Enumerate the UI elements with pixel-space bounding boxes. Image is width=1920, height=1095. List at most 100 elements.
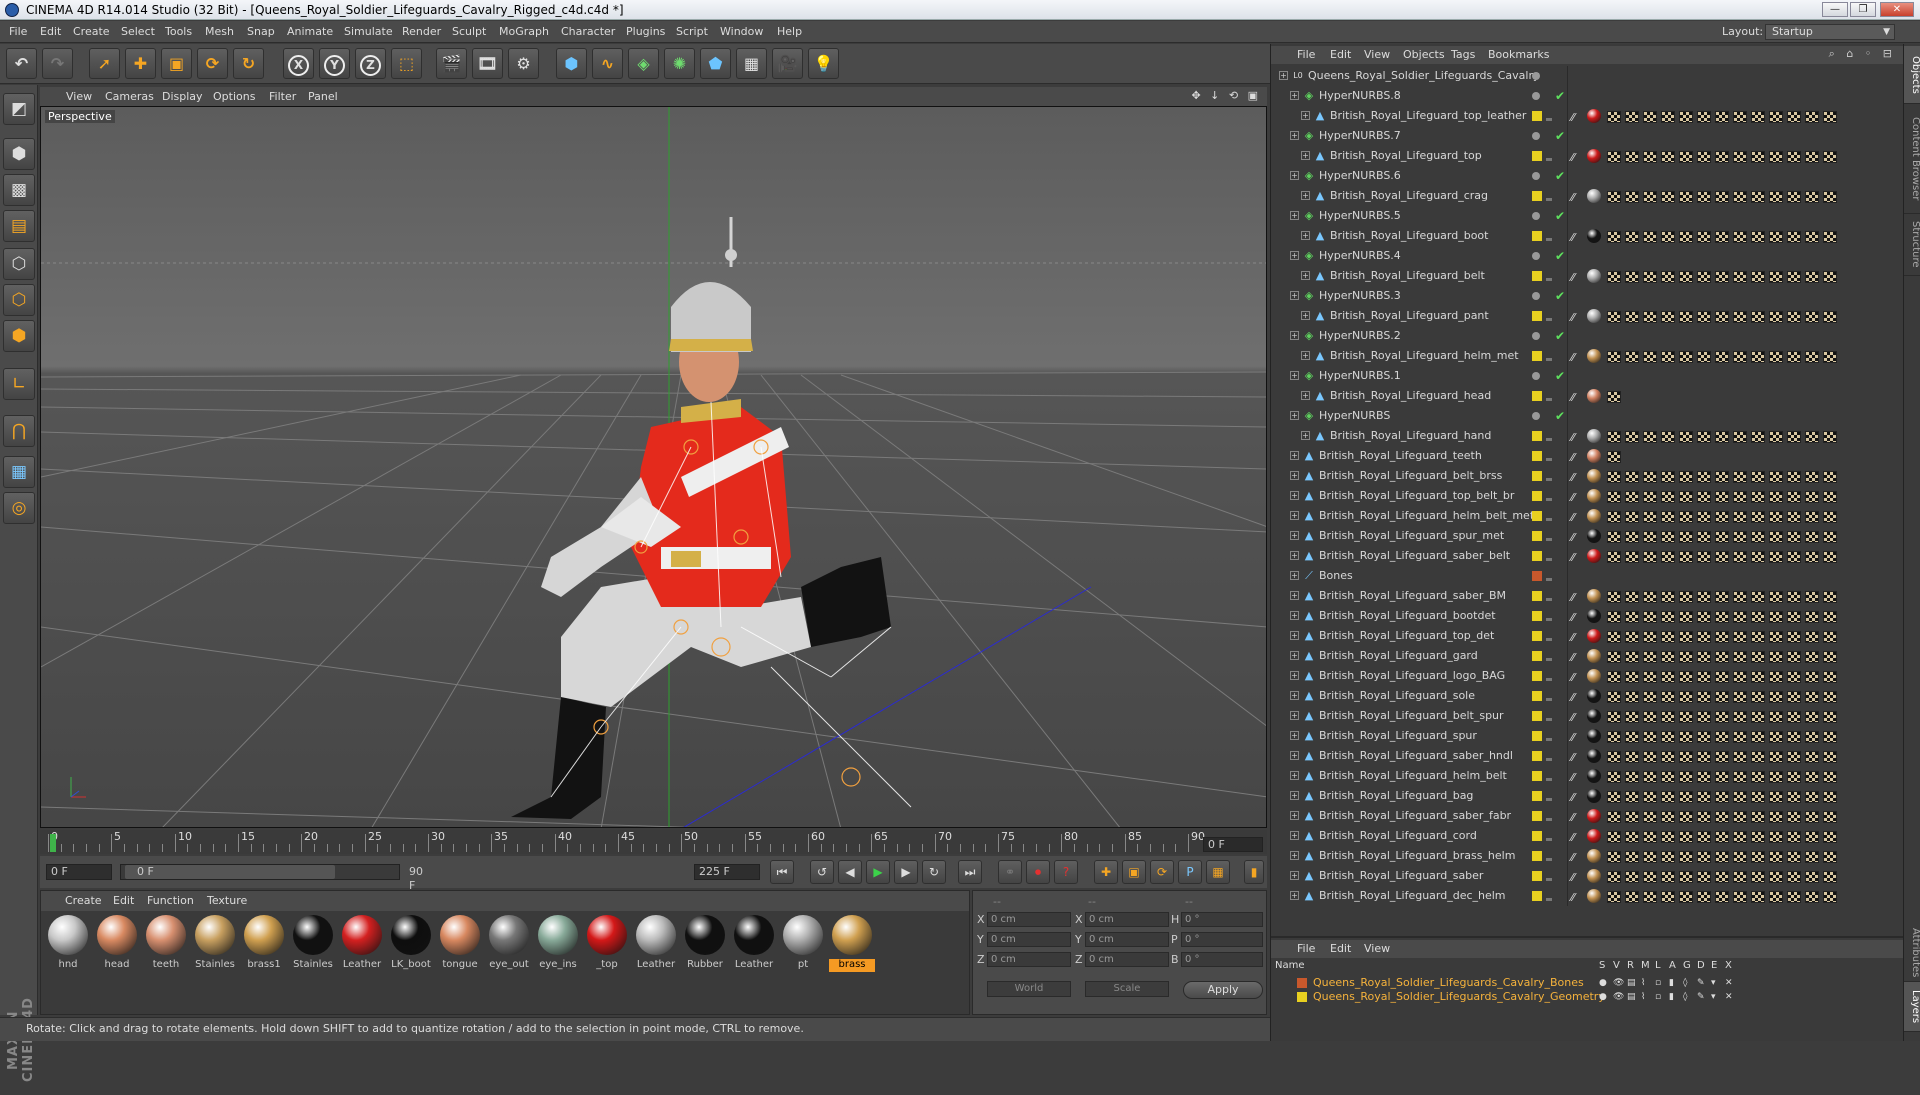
enabled-check-icon[interactable]: ✔ xyxy=(1555,286,1565,306)
texture-tag-icon[interactable] xyxy=(1661,891,1675,903)
object-row[interactable]: + ⟋ Bones xyxy=(1271,566,1904,586)
play-button[interactable]: ▶ xyxy=(866,860,890,884)
menu-sculpt[interactable]: Sculpt xyxy=(452,21,486,43)
expand-icon[interactable]: + xyxy=(1290,451,1299,460)
texture-tag-icon[interactable] xyxy=(1823,231,1837,243)
texture-tag-icon[interactable] xyxy=(1625,151,1639,163)
texture-tag-icon[interactable] xyxy=(1805,191,1819,203)
texture-tag-icon[interactable] xyxy=(1751,471,1765,483)
material-tag-icon[interactable] xyxy=(1587,509,1601,523)
timeline-playhead[interactable] xyxy=(50,834,56,852)
texture-tag-icon[interactable] xyxy=(1715,271,1729,283)
expand-icon[interactable]: + xyxy=(1290,871,1299,880)
coordinate-system-button[interactable]: ⬚ xyxy=(391,48,422,79)
texture-tag-icon[interactable] xyxy=(1679,791,1693,803)
texture-tag-icon[interactable] xyxy=(1769,111,1783,123)
texture-tag-icon[interactable] xyxy=(1769,191,1783,203)
texture-tag-icon[interactable] xyxy=(1805,471,1819,483)
viewport-menu-filter[interactable]: Filter xyxy=(269,87,296,106)
texture-tag-icon[interactable] xyxy=(1715,671,1729,683)
texture-tag-icon[interactable] xyxy=(1625,231,1639,243)
texture-tag-icon[interactable] xyxy=(1697,811,1711,823)
texture-tag-icon[interactable] xyxy=(1643,551,1657,563)
object-row[interactable]: + ▲ British_Royal_Lifeguard_bag ⁄⁄ xyxy=(1271,786,1904,806)
expand-icon[interactable]: + xyxy=(1290,671,1299,680)
visibility-dot-icon[interactable] xyxy=(1532,92,1540,100)
phong-tag-icon[interactable]: ⁄⁄ xyxy=(1571,468,1575,488)
texture-tag-icon[interactable] xyxy=(1787,311,1801,323)
layer-toggle-icon[interactable]: ▾ xyxy=(1711,990,1716,1004)
object-row[interactable]: + ▲ British_Royal_Lifeguard_crag ⁄⁄ xyxy=(1271,186,1904,206)
menu-window[interactable]: Window xyxy=(720,21,763,43)
phong-tag-icon[interactable]: ⁄⁄ xyxy=(1571,348,1575,368)
expand-icon[interactable]: + xyxy=(1290,131,1299,140)
menu-simulate[interactable]: Simulate xyxy=(344,21,393,43)
texture-tag-icon[interactable] xyxy=(1715,831,1729,843)
material-tag-icon[interactable] xyxy=(1587,389,1601,403)
object-row[interactable]: + ▲ British_Royal_Lifeguard_pant ⁄⁄ xyxy=(1271,306,1904,326)
visibility-dot-icon[interactable] xyxy=(1546,818,1552,821)
texture-tag-icon[interactable] xyxy=(1769,871,1783,883)
texture-tag-icon[interactable] xyxy=(1625,851,1639,863)
texture-tag-icon[interactable] xyxy=(1607,851,1621,863)
visibility-dot-icon[interactable] xyxy=(1546,438,1552,441)
texture-tag-icon[interactable] xyxy=(1643,811,1657,823)
pos-x-field[interactable]: 0 cm xyxy=(987,912,1071,927)
texture-tag-icon[interactable] xyxy=(1733,351,1747,363)
texture-tag-icon[interactable] xyxy=(1787,691,1801,703)
texture-tag-icon[interactable] xyxy=(1823,151,1837,163)
make-editable-button[interactable]: ◩ xyxy=(3,93,35,125)
texture-tag-icon[interactable] xyxy=(1823,671,1837,683)
texture-tag-icon[interactable] xyxy=(1679,531,1693,543)
texture-tag-icon[interactable] xyxy=(1805,891,1819,903)
texture-tag-icon[interactable] xyxy=(1769,431,1783,443)
texture-tag-icon[interactable] xyxy=(1607,631,1621,643)
axis-mode-button[interactable]: ∟ xyxy=(3,368,35,400)
visibility-dot-icon[interactable] xyxy=(1546,238,1552,241)
object-row[interactable]: + ◈ HyperNURBS.7 ✔ xyxy=(1271,126,1904,146)
texture-tag-icon[interactable] xyxy=(1625,691,1639,703)
texture-tag-icon[interactable] xyxy=(1733,691,1747,703)
expand-icon[interactable]: + xyxy=(1290,711,1299,720)
texture-tag-strip[interactable] xyxy=(1607,430,1841,443)
workplane-mode-button[interactable]: ▤ xyxy=(3,210,35,242)
texture-tag-icon[interactable] xyxy=(1823,431,1837,443)
texture-tag-icon[interactable] xyxy=(1805,231,1819,243)
texture-tag-icon[interactable] xyxy=(1823,351,1837,363)
texture-tag-icon[interactable] xyxy=(1607,771,1621,783)
texture-tag-icon[interactable] xyxy=(1715,351,1729,363)
texture-tag-icon[interactable] xyxy=(1661,271,1675,283)
material-swatch[interactable]: Stainles xyxy=(290,915,334,975)
expand-icon[interactable]: + xyxy=(1301,111,1310,120)
texture-tag-icon[interactable] xyxy=(1697,551,1711,563)
phong-tag-icon[interactable]: ⁄⁄ xyxy=(1571,828,1575,848)
menu-edit[interactable]: Edit xyxy=(40,21,61,43)
layer-header-column[interactable]: X xyxy=(1725,960,1732,971)
object-row[interactable]: + ▲ British_Royal_Lifeguard_teeth ⁄⁄ xyxy=(1271,446,1904,466)
layer-color-swatch[interactable] xyxy=(1532,431,1542,441)
texture-tag-icon[interactable] xyxy=(1607,151,1621,163)
expand-icon[interactable]: + xyxy=(1290,251,1299,260)
viewport-menu-cameras[interactable]: Cameras xyxy=(105,87,154,106)
timeline-ruler[interactable]: 051015202530354045505560657075808590 0 F xyxy=(40,830,1267,854)
texture-tag-icon[interactable] xyxy=(1643,791,1657,803)
texture-tag-strip[interactable] xyxy=(1607,450,1625,463)
texture-tag-icon[interactable] xyxy=(1787,431,1801,443)
menu-render[interactable]: Render xyxy=(402,21,441,43)
material-menu-texture[interactable]: Texture xyxy=(207,891,247,911)
texture-tag-icon[interactable] xyxy=(1751,731,1765,743)
texture-tag-icon[interactable] xyxy=(1805,491,1819,503)
live-selection-button[interactable]: ➚ xyxy=(89,48,120,79)
add-light-button[interactable]: 💡 xyxy=(808,48,839,79)
visibility-dot-icon[interactable] xyxy=(1532,252,1540,260)
object-row[interactable]: + ▲ British_Royal_Lifeguard_helm_met ⁄⁄ xyxy=(1271,346,1904,366)
texture-tag-icon[interactable] xyxy=(1787,611,1801,623)
layer-header-column[interactable]: L xyxy=(1655,960,1661,971)
texture-tag-icon[interactable] xyxy=(1643,591,1657,603)
texture-tag-icon[interactable] xyxy=(1769,711,1783,723)
object-row[interactable]: + ◈ HyperNURBS.2 ✔ xyxy=(1271,326,1904,346)
layer-toggle-icon[interactable]: ▮ xyxy=(1669,976,1674,990)
texture-tag-icon[interactable] xyxy=(1625,631,1639,643)
texture-tag-icon[interactable] xyxy=(1751,151,1765,163)
texture-tag-icon[interactable] xyxy=(1769,471,1783,483)
